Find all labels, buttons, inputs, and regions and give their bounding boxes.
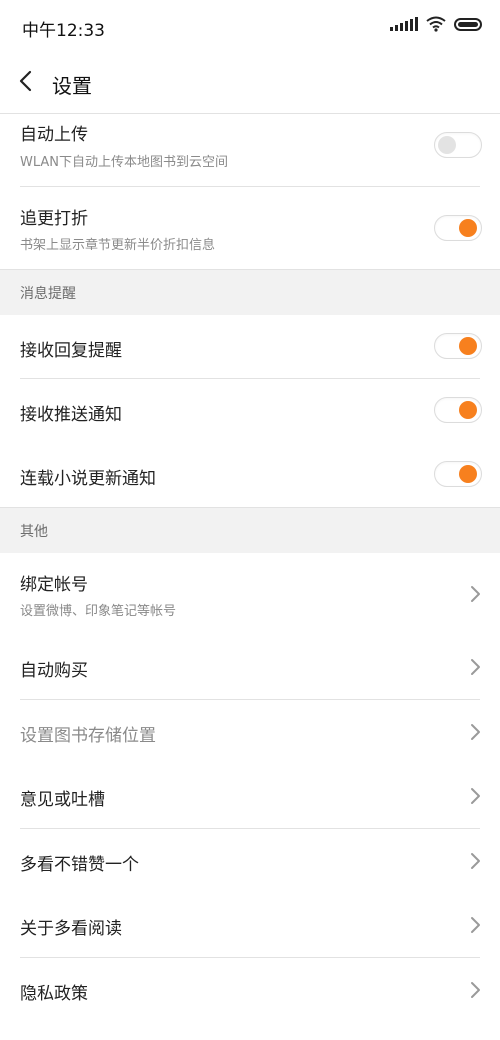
chevron-right-icon — [471, 982, 480, 998]
section-header-notifications: 消息提醒 — [0, 270, 500, 315]
section-header-other: 其他 — [0, 508, 500, 553]
section-label: 其他 — [20, 524, 48, 540]
back-icon[interactable] — [14, 68, 40, 94]
setting-reply-notify[interactable]: 接收回复提醒 — [0, 315, 500, 378]
setting-praise[interactable]: 多看不错赞一个 — [0, 829, 500, 893]
setting-title: 连载小说更新通知 — [20, 469, 156, 489]
title-bar: 设置 — [0, 56, 500, 114]
status-icons — [390, 16, 482, 32]
chevron-right-icon — [471, 659, 480, 675]
setting-subtitle: WLAN下自动上传本地图书到云空间 — [20, 155, 229, 170]
serial-notify-toggle[interactable] — [434, 461, 482, 487]
reply-notify-toggle[interactable] — [434, 333, 482, 359]
setting-title: 追更打折 — [20, 209, 88, 229]
battery-icon — [454, 17, 482, 31]
setting-follow-discount[interactable]: 追更打折 书架上显示章节更新半价折扣信息 — [0, 187, 500, 269]
setting-title: 自动上传 — [20, 125, 88, 145]
chevron-right-icon — [471, 788, 480, 804]
setting-title: 设置图书存储位置 — [20, 726, 156, 746]
section-label: 消息提醒 — [20, 286, 76, 302]
signal-icon — [390, 17, 418, 31]
auto-upload-toggle[interactable] — [434, 132, 482, 158]
push-notify-toggle[interactable] — [434, 397, 482, 423]
setting-title: 意见或吐槽 — [20, 790, 105, 810]
wifi-icon — [426, 16, 446, 32]
setting-bind-account[interactable]: 绑定帐号 设置微博、印象笔记等帐号 — [0, 553, 500, 635]
setting-title: 接收推送通知 — [20, 405, 122, 425]
setting-push-notify[interactable]: 接收推送通知 — [0, 379, 500, 443]
setting-title: 关于多看阅读 — [20, 919, 122, 939]
setting-subtitle: 书架上显示章节更新半价折扣信息 — [20, 238, 216, 253]
setting-auto-buy[interactable]: 自动购买 — [0, 635, 500, 699]
setting-auto-upload[interactable]: 自动上传 WLAN下自动上传本地图书到云空间 — [0, 114, 500, 186]
follow-discount-toggle[interactable] — [434, 215, 482, 241]
chevron-right-icon — [471, 586, 480, 602]
setting-title: 多看不错赞一个 — [20, 855, 139, 875]
setting-title: 隐私政策 — [20, 984, 88, 1004]
setting-privacy[interactable]: 隐私政策 — [0, 958, 500, 1022]
setting-about[interactable]: 关于多看阅读 — [0, 893, 500, 957]
status-bar: 中午12:33 — [0, 0, 500, 56]
setting-title: 绑定帐号 — [20, 575, 88, 595]
setting-feedback[interactable]: 意见或吐槽 — [0, 764, 500, 828]
setting-title: 接收回复提醒 — [20, 341, 122, 361]
setting-serial-notify[interactable]: 连载小说更新通知 — [0, 443, 500, 507]
status-time: 中午12:33 — [22, 21, 105, 41]
chevron-right-icon — [471, 917, 480, 933]
page-title: 设置 — [52, 74, 92, 98]
setting-subtitle: 设置微博、印象笔记等帐号 — [20, 604, 177, 619]
chevron-right-icon — [471, 724, 480, 740]
chevron-right-icon — [471, 853, 480, 869]
setting-storage-location[interactable]: 设置图书存储位置 — [0, 700, 500, 764]
setting-title: 自动购买 — [20, 661, 88, 681]
